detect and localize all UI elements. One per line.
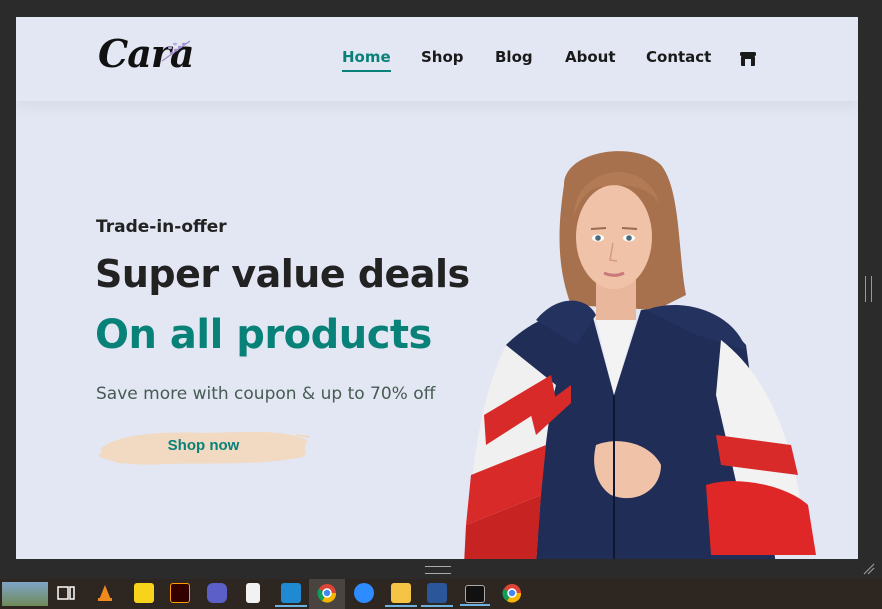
shop-now-label: Shop now <box>167 437 240 454</box>
hero-highlight: On all products <box>95 312 432 358</box>
resize-corner-icon[interactable] <box>862 562 876 576</box>
nav-shop[interactable]: Shop <box>421 48 464 66</box>
shop-bag-icon[interactable] <box>739 51 757 67</box>
hero-eyebrow: Trade-in-offer <box>96 217 227 237</box>
lavender-sprig-icon <box>161 40 191 62</box>
logo[interactable]: Cara <box>98 31 195 76</box>
vscode-icon[interactable] <box>275 583 307 607</box>
nav-blog[interactable]: Blog <box>495 48 533 66</box>
illustrator-icon[interactable] <box>170 583 190 603</box>
file-explorer-icon[interactable] <box>385 583 417 607</box>
task-view-icon[interactable] <box>56 583 76 603</box>
browser-viewport: Cara Home Shop Blog About Contact Trade-… <box>16 17 858 559</box>
nav-contact[interactable]: Contact <box>646 48 711 66</box>
hero-headline: Super value deals <box>95 252 470 296</box>
chrome-icon[interactable] <box>317 583 337 603</box>
vertical-splitter-handle[interactable] <box>865 276 872 302</box>
header: Cara Home Shop Blog About Contact <box>16 17 858 101</box>
taskbar <box>0 579 882 609</box>
word-icon[interactable] <box>421 583 453 607</box>
file-icon[interactable] <box>246 583 260 603</box>
nav-about[interactable]: About <box>565 48 616 66</box>
terminal-icon[interactable] <box>460 585 490 606</box>
teams-icon[interactable] <box>207 583 227 603</box>
shop-now-button[interactable]: Shop now <box>96 427 311 467</box>
nav-home[interactable]: Home <box>342 48 391 72</box>
landscape-thumb-icon[interactable] <box>2 582 48 606</box>
zoom-icon[interactable] <box>354 583 374 603</box>
horizontal-splitter-handle[interactable] <box>425 566 451 574</box>
sticky-notes-icon[interactable] <box>134 583 154 603</box>
vlc-icon[interactable] <box>95 583 115 603</box>
hero-subtext: Save more with coupon & up to 70% off <box>96 384 436 404</box>
hero-model-image <box>464 151 816 559</box>
chrome-icon-2[interactable] <box>502 583 522 603</box>
